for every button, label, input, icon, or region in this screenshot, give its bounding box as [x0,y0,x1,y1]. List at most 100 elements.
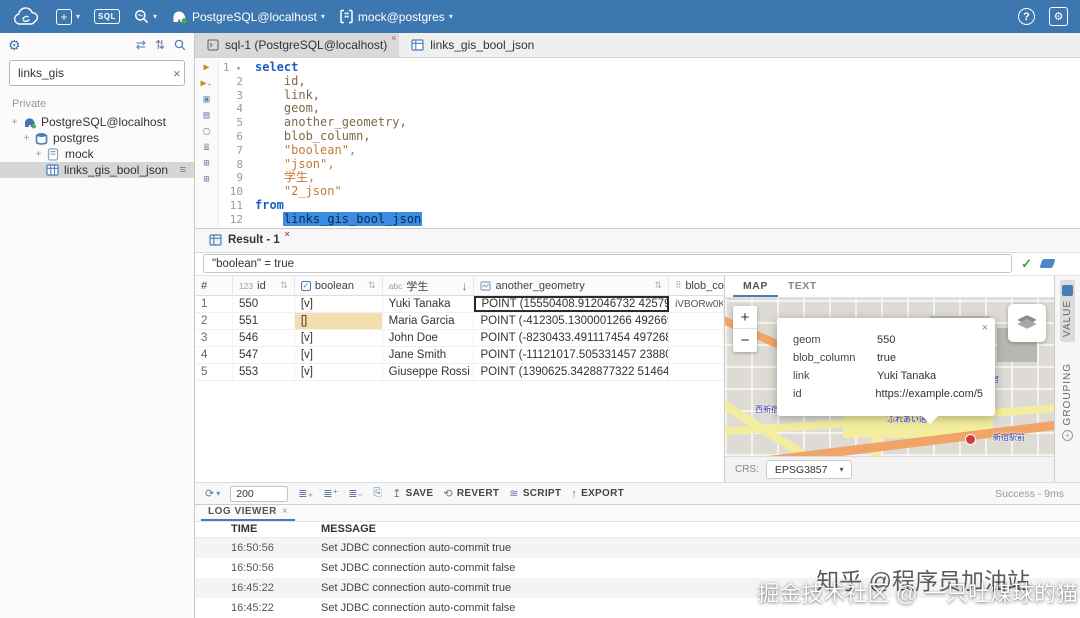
export-icon: ↑ [571,487,578,500]
column-header-rownum[interactable]: # [195,276,233,296]
close-tab-icon[interactable]: × [282,506,288,517]
tab-result-1[interactable]: Result - 1 × [201,229,290,252]
sql-editor-button[interactable]: SQL [94,9,120,24]
new-script-icon[interactable]: ▢ [203,126,209,137]
table-row[interactable]: 4 547 [v] Jane Smith POINT (-11121017.50… [195,347,724,365]
sort-icon[interactable]: ⇅ [280,280,288,291]
tab-label: Result - 1 [228,234,280,247]
map-canvas[interactable]: 新宿西口 新宿駅西 新宿 西新宿五丁目 ふれあい通り 新宿駅前 + − [725,298,1054,457]
explain-plan-icon[interactable]: ▣ [203,94,209,105]
settings-button[interactable]: ⚙ [1049,7,1068,26]
clear-filter-icon[interactable] [1039,259,1056,269]
delete-row-icon[interactable]: ≣₋ [348,487,363,500]
code-area[interactable]: 1 ▾ select 2 id, 3 link, 4 geom, 5 anothe… [219,58,1080,228]
clear-search-icon[interactable]: × [173,66,181,81]
new-object-button[interactable]: + ▾ [56,8,80,25]
log-row[interactable]: 16:45:22 Set JDBC connection auto-commit … [195,598,1080,618]
connection-selector[interactable]: PostgreSQL@localhost ▾ [171,9,325,24]
database-navigator: ⚙ ⇄ ⇅ × Private + PostgreSQL@localhost + [0,33,195,618]
table-row[interactable]: 2 551 [] Maria Garcia POINT (-412305.130… [195,313,724,331]
collapse-icon[interactable]: ⇅ [155,38,165,52]
close-popup-icon[interactable]: × [982,322,988,334]
navigator-settings-icon[interactable]: ⚙ [8,37,21,54]
zoom-in-button[interactable]: + [733,306,757,330]
log-row[interactable]: 16:45:22 Set JDBC connection auto-commit … [195,578,1080,598]
table-row[interactable]: 1 550 [v] Yuki Tanaka POINT (15550408.91… [195,296,724,314]
tab-map[interactable]: MAP [733,276,778,298]
result-filter-input[interactable] [203,254,1013,274]
execute-script-icon[interactable]: ▤ [203,110,209,121]
expand-icon[interactable]: + [22,133,31,144]
tab-value[interactable]: VALUE [1060,280,1075,343]
open-file-icon[interactable]: ⊞ [203,174,209,185]
tab-grouping[interactable]: GROUPING + [1060,358,1075,445]
tree-item-schema[interactable]: + mock [0,146,194,162]
column-header-geometry[interactable]: another_geometry ⇅ [474,276,670,296]
execute-new-tab-icon[interactable]: ▶₊ [200,78,212,89]
export-result-icon[interactable]: ⊞ [203,158,209,169]
selected-cell[interactable]: POINT (15550408.912046732 4257980.732...… [474,296,670,313]
code-line: select [255,60,299,74]
tab-table-viewer[interactable]: links_gis_bool_json [399,33,546,57]
highlighted-cell[interactable]: [] [294,313,383,330]
tree-item-connection[interactable]: + PostgreSQL@localhost [0,114,194,130]
search-icon[interactable] [174,39,186,51]
add-row-icon[interactable]: ≣₊ [298,487,313,500]
script-button[interactable]: ≋ SCRIPT [509,487,561,500]
tab-log-viewer[interactable]: LOG VIEWER × [201,505,296,521]
refresh-button[interactable]: ⟳ ▾ [205,487,220,500]
table-row[interactable]: 3 546 [v] John Doe POINT (-8230433.49111… [195,330,724,348]
feature-popup: × geom 550 blob_column true link Yuki Tanak… [777,318,995,425]
column-header-blob[interactable]: ⠿blob_colu [669,276,724,295]
column-header-id[interactable]: 123 id ⇅ [233,276,295,296]
export-button[interactable]: ↑ EXPORT [571,488,624,500]
layers-button[interactable] [1008,304,1046,343]
expand-icon[interactable]: + [34,149,43,160]
zoom-out-button[interactable]: − [733,329,757,353]
edit-cell-icon[interactable]: ⎘ [373,487,382,500]
numeric-type-icon: 123 [238,280,254,291]
tree-item-label: links_gis_bool_json [64,163,169,177]
close-tab-icon[interactable]: × [391,33,396,43]
table-row[interactable]: 5 553 [v] Giuseppe Rossi POINT (1390625.… [195,364,724,382]
sql-editor[interactable]: ▶ ▶₊ ▣ ▤ ▢ ≣ ⊞ ⊞ 1 ▾ select 2 id, 3 link,… [195,58,1080,228]
log-row[interactable]: 16:50:56 Set JDBC connection auto-commit … [195,538,1080,558]
revert-button[interactable]: ⟲ REVERT [443,487,499,500]
selected-code: links_gis_bool_json [283,211,423,226]
result-grid[interactable]: # 123 id ⇅ ✓ boolean ⇅ abc 学生 ↓ another_geomet… [195,276,725,483]
apply-filter-icon[interactable]: ✓ [1021,256,1032,272]
help-button[interactable]: ? [1018,8,1035,25]
column-header-boolean[interactable]: ✓ boolean ⇅ [295,276,383,296]
fetch-size-input[interactable] [230,485,289,502]
navigator-search-box[interactable]: × [9,60,185,86]
tree-item-table[interactable]: links_gis_bool_json ≡ [0,162,194,178]
save-button[interactable]: ↥ SAVE [392,487,433,500]
navigator-search-input[interactable] [18,66,173,80]
cloud-logo-icon[interactable] [12,6,42,28]
tab-text[interactable]: TEXT [778,276,827,297]
column-header-student[interactable]: abc 学生 ↓ [383,276,475,296]
binary-type-icon: ⠿ [675,280,682,291]
database-selector[interactable]: mock@postgres ▾ [339,9,453,24]
magnifier-icon [134,9,148,23]
chevron-down-icon: ▾ [839,465,844,475]
duplicate-row-icon[interactable]: ≣⁺ [323,487,338,500]
close-tab-icon[interactable]: × [285,229,290,239]
sort-icon[interactable]: ⇅ [655,280,663,291]
execute-icon[interactable]: ▶ [203,62,209,73]
editor-tabbar: sql-1 (PostgreSQL@localhost) × links_gis… [195,33,1080,58]
drag-handle-icon[interactable]: ≡ [180,164,186,176]
tree-item-database[interactable]: + postgres [0,130,194,146]
tab-sql-editor[interactable]: sql-1 (PostgreSQL@localhost) × [195,33,400,57]
search-actions-button[interactable]: ▾ [134,9,157,24]
crs-dropdown[interactable]: EPSG3857 ▾ [765,460,853,480]
sort-desc-icon[interactable]: ↓ [461,279,467,293]
console-icon [207,39,219,51]
top-toolbar: + ▾ SQL ▾ PostgreSQL@localhost ▾ mock@po… [0,0,1080,33]
map-label: 新宿駅前 [993,433,1025,443]
sync-icon[interactable]: ⇄ [136,38,146,52]
log-row[interactable]: 16:50:56 Set JDBC connection auto-commit … [195,558,1080,578]
row-count-icon[interactable]: ≣ [203,142,209,153]
expand-icon[interactable]: + [10,117,19,128]
sort-icon[interactable]: ⇅ [368,280,376,291]
